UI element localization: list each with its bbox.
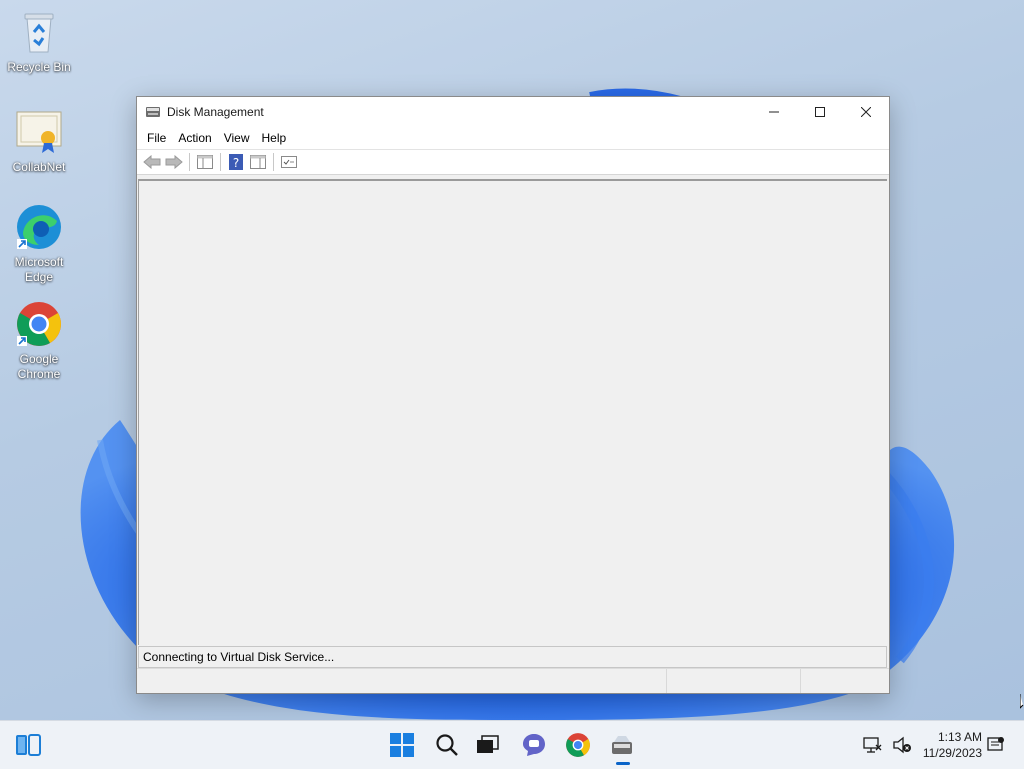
search-icon: [436, 734, 458, 756]
menu-bar: File Action View Help: [137, 127, 889, 149]
task-view-button[interactable]: [472, 729, 504, 761]
task-view-icon: [477, 735, 499, 753]
mouse-cursor-icon: [1019, 694, 1024, 713]
main-content-area: [138, 179, 887, 645]
close-icon: [861, 107, 871, 117]
taskbar: 1:13 AM 11/29/2023: [0, 720, 1024, 769]
title-bar[interactable]: Disk Management: [137, 97, 889, 127]
chrome-label: Google Chrome: [17, 352, 61, 381]
notifications-button[interactable]: [986, 729, 1006, 761]
properties-icon: [281, 156, 297, 168]
notification-icon: [987, 737, 1004, 751]
minimize-button[interactable]: [751, 97, 797, 127]
status-pane: [137, 669, 668, 693]
teams-chat-icon: [523, 734, 545, 756]
widgets-button[interactable]: [12, 729, 44, 761]
start-button[interactable]: [386, 729, 418, 761]
back-arrow-icon: [143, 155, 161, 169]
chrome-icon: [15, 300, 63, 348]
show-hide-console-tree-icon: [197, 155, 213, 169]
disk-management-window: Disk Management File Action View Help ? …: [136, 96, 890, 694]
status-pane: [667, 669, 802, 693]
search-button[interactable]: [431, 729, 463, 761]
recycle-bin-icon: [15, 8, 63, 56]
disk-management-icon: [612, 736, 632, 754]
collabnet-label: CollabNet: [12, 160, 66, 174]
toolbar-separator: [189, 153, 190, 171]
menu-view[interactable]: View: [218, 127, 256, 149]
maximize-icon: [815, 107, 825, 117]
desktop-icon-google-chrome[interactable]: Google Chrome: [4, 300, 74, 382]
windows-logo-icon: [390, 733, 414, 757]
toolbar-separator: [273, 153, 274, 171]
help-icon: ?: [229, 154, 243, 170]
edge-label: Microsoft Edge: [14, 255, 64, 284]
disk-management-taskbar-button[interactable]: [606, 729, 638, 761]
system-tray: [862, 721, 912, 769]
clock-date: 11/29/2023: [922, 746, 982, 760]
toolbar: ?: [137, 149, 889, 175]
disk-management-icon: [145, 104, 161, 120]
status-pane: [801, 669, 889, 693]
chrome-taskbar-button[interactable]: [562, 729, 594, 761]
toolbar-separator: [220, 153, 221, 171]
clock-time: 1:13 AM: [937, 730, 982, 744]
maximize-button[interactable]: [797, 97, 843, 127]
window-title: Disk Management: [167, 105, 264, 119]
certificate-icon: [15, 108, 63, 156]
desktop-icon-collabnet[interactable]: CollabNet: [4, 108, 74, 175]
status-bar: [137, 668, 889, 693]
close-button[interactable]: [843, 97, 889, 127]
show-hide-action-pane-icon: [250, 155, 266, 169]
svg-text:?: ?: [233, 156, 239, 170]
desktop-icon-recycle-bin[interactable]: Recycle Bin: [4, 8, 74, 75]
chrome-icon: [566, 733, 590, 757]
widgets-icon: [16, 734, 41, 756]
show-hide-console-tree-button[interactable]: [194, 152, 216, 172]
properties-button[interactable]: [278, 152, 300, 172]
show-hide-action-pane-button[interactable]: [247, 152, 269, 172]
desktop-icon-microsoft-edge[interactable]: Microsoft Edge: [4, 203, 74, 285]
minimize-icon: [769, 111, 779, 113]
status-message: Connecting to Virtual Disk Service...: [143, 650, 335, 664]
back-button[interactable]: [141, 152, 163, 172]
menu-action[interactable]: Action: [172, 127, 217, 149]
chat-button[interactable]: [518, 729, 550, 761]
forward-button[interactable]: [163, 152, 185, 172]
volume-muted-icon[interactable]: [892, 735, 912, 755]
window-controls: [751, 97, 889, 127]
active-app-indicator: [616, 762, 630, 765]
edge-icon: [15, 203, 63, 251]
system-clock[interactable]: 1:13 AM 11/29/2023: [923, 729, 982, 761]
status-message-bar: Connecting to Virtual Disk Service...: [138, 646, 887, 668]
recycle-bin-label: Recycle Bin: [7, 60, 71, 74]
help-button[interactable]: ?: [225, 152, 247, 172]
menu-help[interactable]: Help: [256, 127, 293, 149]
network-icon[interactable]: [862, 735, 882, 755]
menu-file[interactable]: File: [141, 127, 172, 149]
forward-arrow-icon: [165, 155, 183, 169]
